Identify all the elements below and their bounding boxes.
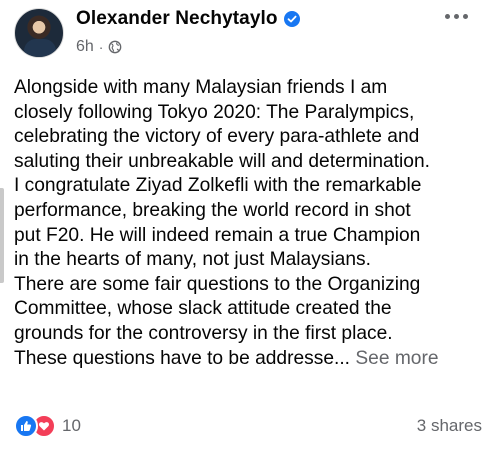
- post-line: performance, breaking the world record i…: [14, 199, 411, 221]
- post-last-line: These questions have to be addresse... S…: [14, 347, 482, 372]
- post-body: Alongside with many Malaysian friends I …: [14, 76, 482, 371]
- post-line: Committee, whose slack attitude created …: [14, 298, 392, 320]
- meta-separator: ·: [98, 39, 104, 55]
- truncated-text: These questions have to be addresse...: [14, 347, 350, 369]
- shares-count[interactable]: 3 shares: [417, 416, 482, 436]
- reactions-summary[interactable]: 10: [14, 414, 81, 438]
- post-line: grounds for the controversy in the first…: [14, 322, 393, 344]
- scroll-indicator: [0, 188, 4, 283]
- author-row: Olexander Nechytaylo: [76, 8, 300, 30]
- avatar[interactable]: [14, 8, 64, 58]
- author-name[interactable]: Olexander Nechytaylo: [76, 8, 278, 30]
- post-line: celebrating the victory of every para-at…: [14, 126, 420, 148]
- more-dot: [454, 14, 459, 19]
- post-line: I congratulate Ziyad Zolkefli with the r…: [14, 175, 422, 197]
- post-line: put F20. He will indeed remain a true Ch…: [14, 224, 421, 246]
- like-reaction-icon: [14, 414, 38, 438]
- post-line: Alongside with many Malaysian friends I …: [14, 77, 388, 98]
- post-timestamp[interactable]: 6h: [76, 38, 94, 56]
- post-line: closely following Tokyo 2020: The Paraly…: [14, 101, 415, 123]
- globe-icon[interactable]: [108, 40, 122, 54]
- post-line: in the hearts of many, not just Malaysia…: [14, 249, 371, 271]
- post-line: saluting their unbreakable will and dete…: [14, 150, 430, 172]
- see-more-link[interactable]: See more: [355, 348, 438, 369]
- reaction-count: 10: [62, 416, 81, 435]
- more-dot: [445, 14, 450, 19]
- more-dot: [463, 14, 468, 19]
- post-line: There are some fair questions to the Org…: [14, 273, 421, 295]
- more-options-icon[interactable]: [441, 10, 472, 23]
- post-footer: 10 3 shares: [14, 412, 482, 440]
- post-header: Olexander Nechytaylo 6h ·: [14, 6, 480, 62]
- verified-badge-icon: [283, 11, 300, 27]
- post-meta: 6h ·: [76, 38, 122, 56]
